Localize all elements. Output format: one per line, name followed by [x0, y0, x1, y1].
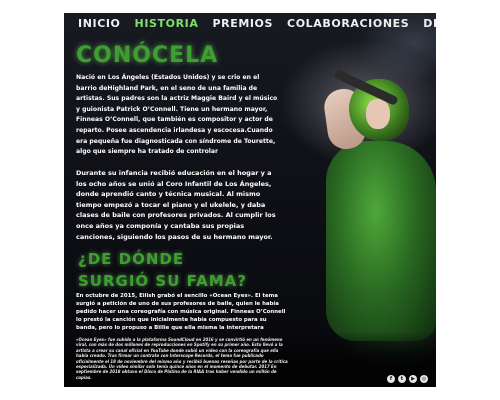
- nav-discografica[interactable]: DISCOGRÁFICA: [423, 17, 436, 30]
- performer-hair: [349, 79, 409, 141]
- instagram-icon[interactable]: ◎: [420, 375, 428, 383]
- nav-historia[interactable]: HISTORIA: [135, 17, 199, 30]
- nav-premios[interactable]: PREMIOS: [212, 17, 273, 30]
- bio-paragraph-1: Nació en Los Ángeles (Estados Unidos) y …: [76, 74, 278, 156]
- nav-colaboraciones[interactable]: COLABORACIONES: [287, 17, 409, 30]
- performer-arm: [322, 86, 368, 152]
- fame-paragraph-2: «Ocean Eyes» fue subido a la plataforma …: [76, 337, 288, 380]
- social-links: f t ▶ ◎: [387, 375, 428, 383]
- fame-paragraph-1: En octubre de 2015, Eilish grabó el senc…: [76, 293, 286, 331]
- section-title-fama: ¿DE DÓNDE SURGIÓ SU FAMA?: [78, 250, 247, 290]
- nav-inicio[interactable]: INICIO: [78, 17, 121, 30]
- youtube-icon[interactable]: ▶: [409, 375, 417, 383]
- performer-face: [366, 99, 390, 129]
- microphone: [333, 69, 399, 106]
- hero-panel: INICIO HISTORIA PREMIOS COLABORACIONES D…: [64, 13, 436, 387]
- top-nav: INICIO HISTORIA PREMIOS COLABORACIONES D…: [78, 17, 436, 30]
- twitter-icon[interactable]: t: [398, 375, 406, 383]
- bio-paragraph-2: Durante su infancia recibió educación en…: [76, 169, 276, 241]
- performer-image: [326, 141, 436, 341]
- section-title-conocela: CONÓCELA: [76, 43, 219, 68]
- facebook-icon[interactable]: f: [387, 375, 395, 383]
